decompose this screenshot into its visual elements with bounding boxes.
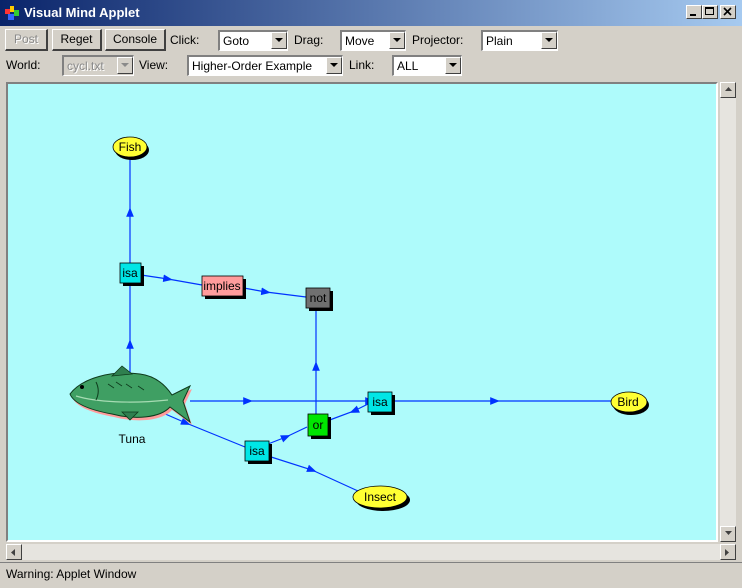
console-button[interactable]: Console [105, 29, 166, 51]
graph-svg[interactable]: Fish isa implies not isa or isa Bird Ins… [8, 84, 716, 540]
projector-select-value: Plain [486, 34, 513, 48]
world-dropdown-button[interactable] [117, 57, 133, 74]
tuna-fish-icon [69, 365, 192, 425]
scroll-down-button[interactable] [720, 526, 736, 542]
node-fish-label: Fish [119, 140, 142, 154]
chevron-down-icon [330, 63, 338, 67]
chevron-down-icon [393, 38, 401, 42]
link-select[interactable]: ALL [392, 55, 462, 76]
click-label: Click: [170, 33, 200, 47]
post-button[interactable]: Post [5, 29, 48, 51]
drag-dropdown-button[interactable] [389, 32, 405, 49]
edge-isa-top-implies [140, 274, 203, 286]
status-warning: Warning: Applet Window [6, 567, 137, 581]
node-tuna-label: Tuna [119, 432, 146, 446]
edge-implies-not [237, 286, 307, 298]
view-select[interactable]: Higher-Order Example [187, 55, 343, 76]
drag-select[interactable]: Move [340, 30, 406, 51]
world-select-value: cycl.txt [67, 59, 104, 73]
scroll-right-button[interactable] [720, 544, 736, 560]
title-bar[interactable]: Visual Mind Applet [0, 0, 742, 26]
node-or[interactable]: or [307, 413, 331, 439]
node-isa-right-label: isa [372, 395, 388, 409]
link-dropdown-button[interactable] [445, 57, 461, 74]
world-label: World: [6, 58, 41, 72]
app-icon [5, 6, 19, 20]
drag-select-value: Move [345, 34, 375, 48]
node-insect[interactable]: Insect [352, 485, 410, 511]
arrow-right-icon [725, 549, 729, 556]
graph-canvas[interactable]: Fish isa implies not isa or isa Bird Ins… [6, 82, 718, 542]
node-not[interactable]: not [305, 287, 333, 311]
edge-isa-right-or [326, 403, 369, 422]
close-icon [723, 7, 732, 16]
click-select-value: Goto [223, 34, 250, 48]
horizontal-scrollbar[interactable] [6, 544, 736, 560]
edge-isa-bottom-or [267, 426, 308, 445]
edge-isa-bottom-insect [267, 455, 359, 492]
node-isa-right[interactable]: isa [367, 391, 395, 415]
node-or-label: or [313, 418, 324, 432]
minimize-button[interactable] [686, 5, 702, 19]
vertical-scrollbar[interactable] [720, 82, 736, 542]
minimize-icon [690, 14, 696, 16]
chevron-down-icon [121, 63, 129, 67]
node-implies[interactable]: implies [201, 275, 246, 299]
chevron-down-icon [545, 38, 553, 42]
node-isa-top[interactable]: isa [119, 262, 144, 286]
arrow-left-icon [11, 549, 15, 556]
click-select[interactable]: Goto [218, 30, 288, 51]
arrow-up-icon [725, 87, 732, 91]
scroll-left-button[interactable] [6, 544, 22, 560]
projector-dropdown-button[interactable] [541, 32, 557, 49]
link-select-value: ALL [397, 59, 419, 73]
node-isa-top-label: isa [122, 266, 138, 280]
node-insect-label: Insect [364, 490, 397, 504]
view-label: View: [139, 58, 169, 72]
node-implies-label: implies [203, 279, 240, 293]
drag-label: Drag: [294, 33, 324, 47]
link-label: Link: [349, 58, 375, 72]
arrow-down-icon [725, 531, 732, 535]
node-isa-bottom[interactable]: isa [244, 440, 272, 464]
click-dropdown-button[interactable] [271, 32, 287, 49]
node-not-label: not [310, 291, 327, 305]
node-bird[interactable]: Bird [610, 391, 649, 415]
view-dropdown-button[interactable] [326, 57, 342, 74]
view-select-value: Higher-Order Example [192, 59, 313, 73]
node-tuna[interactable]: Tuna [69, 365, 192, 446]
projector-select[interactable]: Plain [481, 30, 558, 51]
chevron-down-icon [275, 38, 283, 42]
node-isa-bottom-label: isa [249, 444, 265, 458]
reget-button[interactable]: Reget [52, 29, 102, 51]
close-button[interactable] [720, 5, 736, 19]
maximize-icon [705, 7, 714, 15]
node-bird-label: Bird [617, 395, 638, 409]
maximize-button[interactable] [702, 5, 718, 19]
projector-label: Projector: [412, 33, 464, 47]
scroll-up-button[interactable] [720, 82, 736, 98]
node-fish[interactable]: Fish [112, 136, 149, 160]
status-bar: Warning: Applet Window [0, 562, 742, 584]
world-select[interactable]: cycl.txt [62, 55, 134, 76]
window-title: Visual Mind Applet [24, 5, 140, 20]
chevron-down-icon [449, 63, 457, 67]
